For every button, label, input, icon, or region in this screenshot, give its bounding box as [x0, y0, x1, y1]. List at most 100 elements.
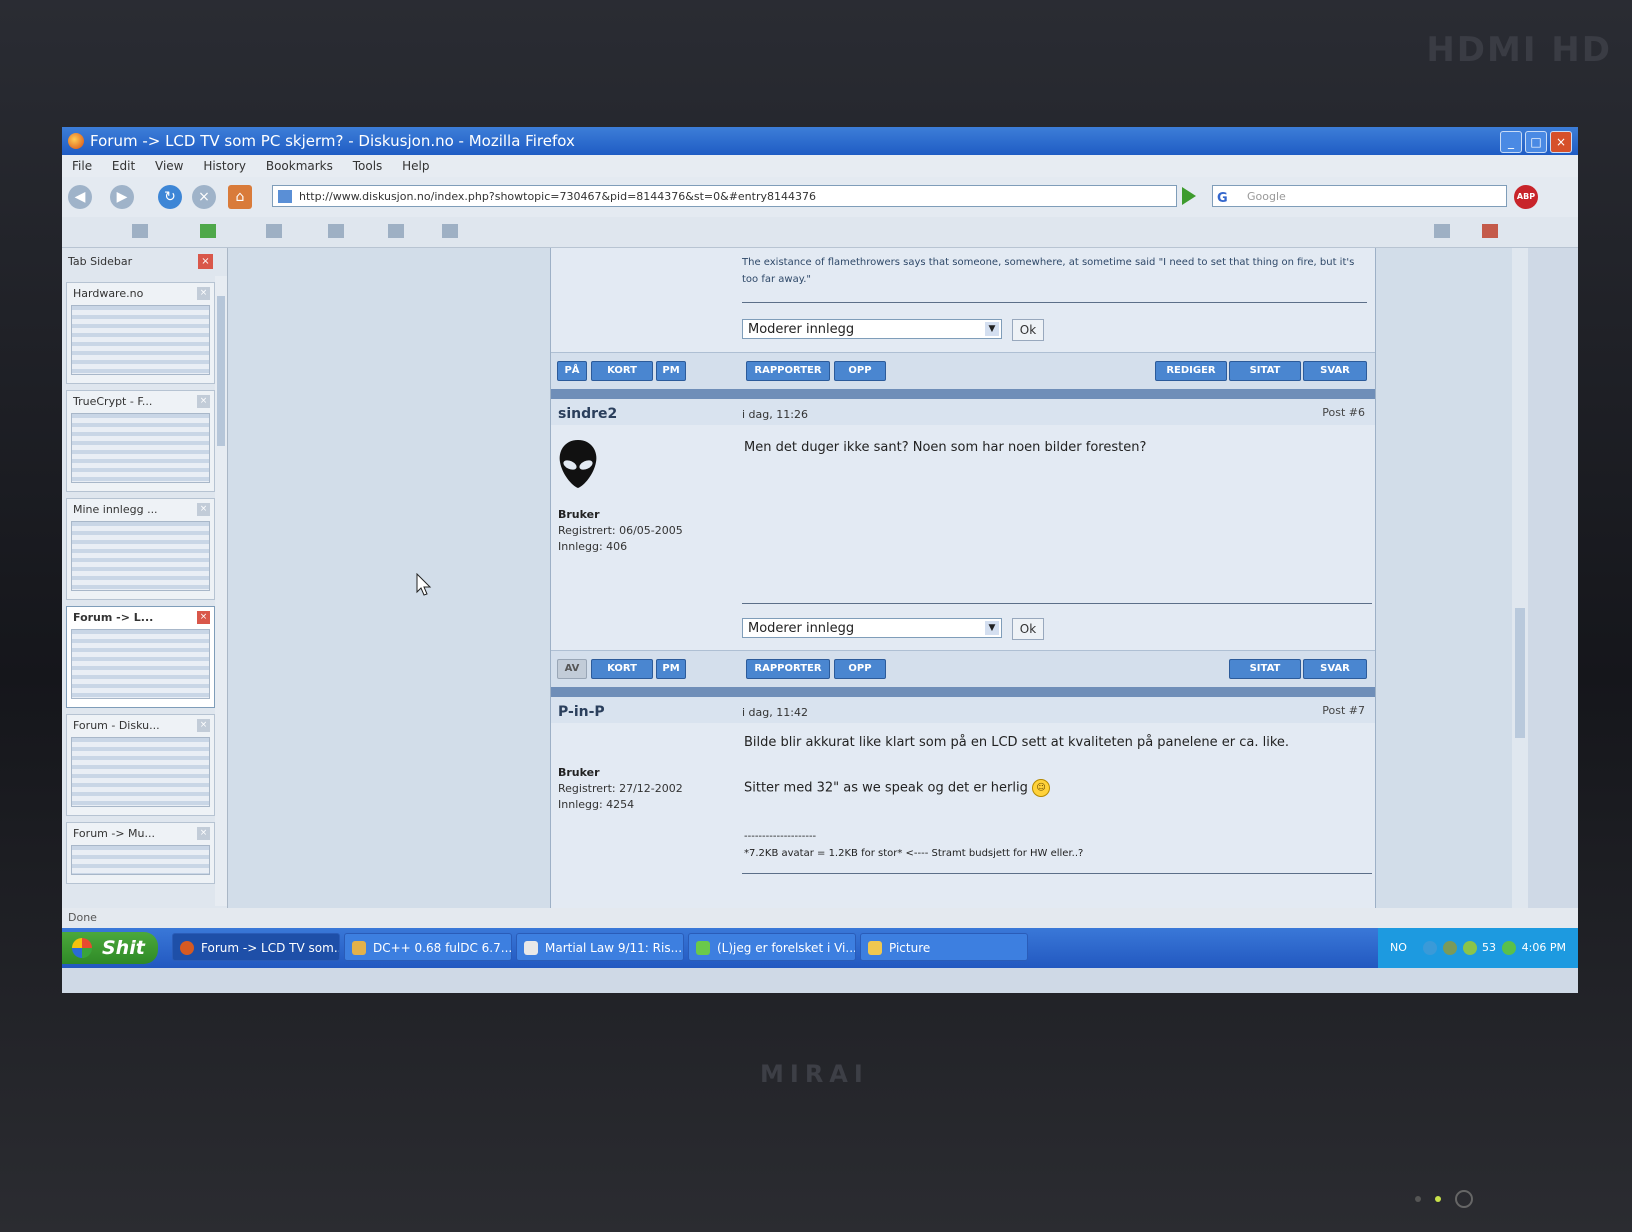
tray-icon[interactable]	[1463, 941, 1477, 955]
moderate-select[interactable]: Moderer innlegg ▼	[742, 618, 1002, 638]
print-icon[interactable]	[1434, 224, 1450, 238]
menu-help[interactable]: Help	[402, 159, 429, 173]
rapporter-button[interactable]: RAPPORTER	[746, 659, 830, 679]
stop-icon[interactable]: ×	[192, 185, 216, 209]
svar-button[interactable]: SVAR	[1303, 361, 1367, 381]
taskbar-item-label: (L)jeg er forelsket i Vi...	[717, 941, 856, 955]
sidebar-tab-thumbnail[interactable]: TrueCrypt - F... ×	[66, 390, 215, 492]
moderate-ok-button[interactable]: Ok	[1012, 319, 1044, 341]
tab-close-icon[interactable]: ×	[197, 287, 210, 300]
pa-button[interactable]: PÅ	[557, 361, 587, 381]
sitat-button[interactable]: SITAT	[1229, 659, 1301, 679]
sidebar-scrollbar[interactable]	[215, 276, 227, 906]
tab-close-icon[interactable]: ×	[197, 395, 210, 408]
navigation-toolbar: ◀ ▶ ↻ × ⌂ http://www.diskusjon.no/index.…	[62, 177, 1578, 217]
alien-avatar-icon	[559, 440, 597, 488]
kort-button[interactable]: KORT	[591, 361, 653, 381]
language-indicator[interactable]: NO	[1390, 928, 1407, 968]
sidebar-close-icon[interactable]: ×	[198, 254, 213, 269]
opp-button[interactable]: OPP	[834, 361, 886, 381]
go-arrow-icon[interactable]	[1182, 187, 1196, 205]
tab-preview	[71, 305, 210, 375]
pm-button[interactable]: PM	[656, 659, 686, 679]
window-titlebar[interactable]: Forum -> LCD TV som PC skjerm? - Diskusj…	[62, 127, 1578, 155]
moderate-select[interactable]: Moderer innlegg ▼	[742, 319, 1002, 339]
scrollbar-thumb[interactable]	[1515, 608, 1525, 738]
opp-button[interactable]: OPP	[834, 659, 886, 679]
power-button-icon[interactable]	[1455, 1190, 1473, 1208]
start-label: Shit	[102, 937, 145, 959]
tab-close-icon[interactable]: ×	[197, 611, 210, 624]
av-button[interactable]: AV	[557, 659, 587, 679]
tool-icon[interactable]	[388, 224, 404, 238]
sitat-button[interactable]: SITAT	[1229, 361, 1301, 381]
post-author[interactable]: sindre2	[558, 406, 617, 422]
moderate-ok-button[interactable]: Ok	[1012, 618, 1044, 640]
menu-file[interactable]: File	[72, 159, 92, 173]
taskbar-item[interactable]: DC++ 0.68 fulDC 6.7...	[344, 933, 512, 961]
kort-button[interactable]: KORT	[591, 659, 653, 679]
previous-post-signature: The existance of flamethrowers says that…	[742, 257, 1355, 285]
extension-icon[interactable]	[1482, 224, 1498, 238]
taskbar-item[interactable]: (L)jeg er forelsket i Vi...	[688, 933, 856, 961]
post-number[interactable]: Post #7	[1322, 704, 1365, 717]
post-divider-line	[742, 603, 1372, 604]
adblock-icon[interactable]: ABP	[1514, 185, 1538, 209]
tray-icon[interactable]	[1443, 941, 1457, 955]
sidebar-tab-thumbnail-active[interactable]: Forum -> L... ×	[66, 606, 215, 708]
menu-history[interactable]: History	[203, 159, 246, 173]
messenger-tray-icon[interactable]	[1502, 941, 1516, 955]
new-tab-icon[interactable]	[442, 224, 458, 238]
sidebar-tab-thumbnail[interactable]: Forum - Disku... ×	[66, 714, 215, 816]
tool-icon[interactable]	[266, 224, 282, 238]
tab-close-icon[interactable]: ×	[197, 719, 210, 732]
taskbar-item[interactable]: Martial Law 9/11: Ris...	[516, 933, 684, 961]
firefox-icon	[68, 133, 84, 149]
menu-bookmarks[interactable]: Bookmarks	[266, 159, 333, 173]
tab-close-icon[interactable]: ×	[197, 827, 210, 840]
clock[interactable]: 4:06 PM	[1522, 928, 1566, 968]
moderate-select-value: Moderer innlegg	[748, 322, 855, 337]
download-icon[interactable]	[200, 224, 216, 238]
url-bar[interactable]: http://www.diskusjon.no/index.php?showto…	[272, 185, 1177, 207]
sidebar-tab-thumbnail[interactable]: Forum -> Mu... ×	[66, 822, 215, 884]
sidebar-toggle-icon[interactable]	[132, 224, 148, 238]
post-author[interactable]: P-in-P	[558, 704, 605, 720]
sidebar-tab-thumbnail[interactable]: Mine innlegg ... ×	[66, 498, 215, 600]
scrollbar-thumb[interactable]	[217, 296, 225, 446]
svar-button[interactable]: SVAR	[1303, 659, 1367, 679]
maximize-button[interactable]: □	[1525, 131, 1547, 153]
post-number[interactable]: Post #6	[1322, 406, 1365, 419]
sidebar-tab-thumbnail[interactable]: Hardware.no ×	[66, 282, 215, 384]
forward-arrow-icon[interactable]: ▶	[110, 185, 134, 209]
menu-edit[interactable]: Edit	[112, 159, 135, 173]
post-body: Men det duger ikke sant? Noen som har no…	[744, 440, 1147, 455]
reload-icon[interactable]: ↻	[158, 185, 182, 209]
tab-close-icon[interactable]: ×	[197, 503, 210, 516]
start-button[interactable]: Shit	[62, 932, 158, 964]
tool-icon[interactable]	[328, 224, 344, 238]
minimize-button[interactable]: _	[1500, 131, 1522, 153]
forum-thread: The existance of flamethrowers says that…	[550, 248, 1376, 908]
led-indicator	[1415, 1196, 1421, 1202]
page-content: The existance of flamethrowers says that…	[228, 248, 1512, 908]
post-role: Bruker	[558, 508, 600, 521]
menu-view[interactable]: View	[155, 159, 183, 173]
tray-icon[interactable]	[1423, 941, 1437, 955]
close-button[interactable]: ×	[1550, 131, 1572, 153]
menu-tools[interactable]: Tools	[353, 159, 383, 173]
rapporter-button[interactable]: RAPPORTER	[746, 361, 830, 381]
search-input[interactable]: G Google	[1212, 185, 1507, 207]
google-icon[interactable]: G	[1217, 188, 1228, 210]
home-icon[interactable]: ⌂	[228, 185, 252, 209]
tab-title: Forum -> L...	[73, 611, 154, 624]
chevron-down-icon: ▼	[985, 322, 999, 336]
post-role: Bruker	[558, 766, 600, 779]
taskbar-item[interactable]: Picture	[860, 933, 1028, 961]
taskbar-item[interactable]: Forum -> LCD TV som...	[172, 933, 340, 961]
back-arrow-icon[interactable]: ◀	[68, 185, 92, 209]
rediger-button[interactable]: REDIGER	[1155, 361, 1227, 381]
page-scrollbar[interactable]	[1512, 248, 1528, 908]
pm-button[interactable]: PM	[656, 361, 686, 381]
tab-preview	[71, 413, 210, 483]
